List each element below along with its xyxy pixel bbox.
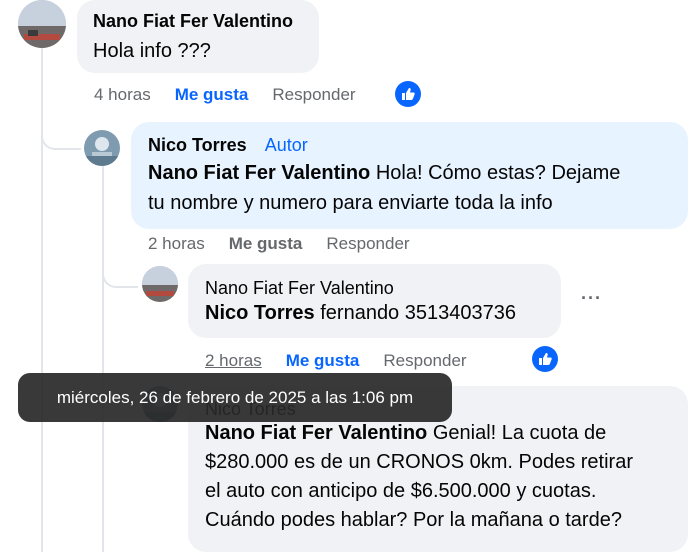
comment-bubble: Nano Fiat Fer Valentino Hola info ???	[77, 0, 319, 73]
timestamp-tooltip: miércoles, 26 de febrero de 2025 a las 1…	[18, 373, 452, 422]
avatar[interactable]	[142, 266, 178, 302]
comment-text: Nano Fiat Fer Valentino Hola! Cómo estas…	[148, 158, 671, 218]
comment-author-row: Nico Torres Autor	[148, 134, 671, 156]
avatar[interactable]	[18, 0, 66, 48]
avatar-photo-icon	[142, 266, 178, 302]
reply-button[interactable]: Responder	[272, 85, 355, 105]
like-reaction[interactable]	[532, 346, 558, 372]
comment-bubble: Nico Torres Autor Nano Fiat Fer Valentino…	[131, 122, 688, 229]
comment-actions: 2 horas Me gusta Responder	[205, 350, 467, 372]
mention-link[interactable]: Nano Fiat Fer Valentino	[205, 422, 427, 444]
comment-actions: 4 horas Me gusta Responder	[94, 84, 356, 106]
comment-text-part: Hola! Cómo estas? Dejame	[370, 162, 621, 184]
comment-time[interactable]: 2 horas	[148, 234, 205, 254]
like-button[interactable]: Me gusta	[175, 85, 249, 105]
comment-bubble: Nano Fiat Fer Valentino Nico Torres fern…	[188, 264, 561, 338]
reply-button[interactable]: Responder	[383, 351, 466, 371]
comment-time[interactable]: 2 horas	[205, 351, 262, 371]
thumbs-up-icon	[402, 88, 415, 100]
author-badge: Autor	[264, 135, 308, 155]
comment-text-part: Cuándo podes hablar? Por la mañana o tar…	[205, 509, 622, 531]
comment-time[interactable]: 4 horas	[94, 85, 151, 105]
avatar-photo-icon	[84, 130, 120, 166]
comment-text-part: el auto con anticipo de $6.500.000 y cuo…	[205, 480, 597, 502]
comment-author[interactable]: Nico Torres	[148, 135, 247, 155]
comment-author[interactable]: Nano Fiat Fer Valentino	[205, 277, 544, 299]
avatar-photo-icon	[18, 0, 66, 48]
comment-text-part: Genial! La cuota de	[427, 422, 607, 444]
thread-elbow-2	[102, 258, 138, 288]
more-options-button[interactable]: ···	[581, 288, 602, 309]
comment-author[interactable]: Nano Fiat Fer Valentino	[93, 10, 303, 32]
comment-text-part: fernando 3513403736	[314, 302, 516, 324]
comment-text: Hola info ???	[93, 40, 211, 62]
thread-line-reply	[102, 166, 104, 552]
mention-link[interactable]: Nano Fiat Fer Valentino	[148, 162, 370, 184]
like-button[interactable]: Me gusta	[286, 351, 360, 371]
thumbs-up-icon	[539, 353, 552, 365]
reply-button[interactable]: Responder	[326, 234, 409, 254]
thread-elbow-1	[41, 118, 81, 150]
like-button[interactable]: Me gusta	[229, 234, 303, 254]
comment-text-part: $280.000 es de un CRONOS 0km. Podes reti…	[205, 451, 633, 473]
avatar[interactable]	[84, 130, 120, 166]
comment-text: Nano Fiat Fer Valentino Genial! La cuota…	[205, 419, 671, 535]
like-reaction[interactable]	[395, 81, 421, 107]
comment-text: Nico Torres fernando 3513403736	[205, 298, 544, 328]
mention-link[interactable]: Nico Torres	[205, 302, 315, 324]
comment-actions: 2 horas Me gusta Responder	[148, 233, 410, 255]
comment-text-part: tu nombre y numero para enviarte toda la…	[148, 192, 553, 214]
